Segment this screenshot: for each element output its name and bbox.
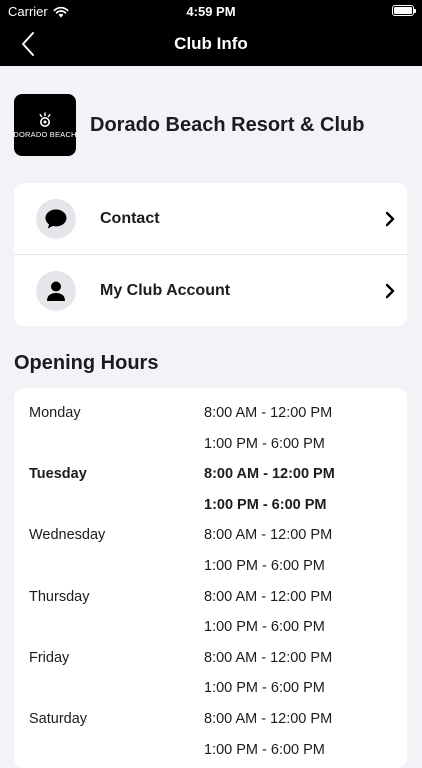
hours-day: Wednesday (29, 527, 106, 544)
hours-day: Friday (29, 649, 70, 666)
battery-icon (392, 5, 416, 16)
opening-hours-list: Monday 8:00 AM - 12:00 PM 1:00 PM - 6:00 P… (14, 388, 407, 765)
hours-range: 8:00 AM - 12:00 PM (204, 710, 333, 727)
page-title: Club Info (174, 34, 248, 53)
hours-range: 1:00 PM - 6:00 PM (204, 557, 325, 574)
hours-row: Thursday 8:00 AM - 12:00 PM (14, 582, 407, 613)
hours-day: Tuesday (29, 466, 87, 483)
hours-row: 1:00 PM - 6:00 PM (14, 551, 407, 582)
hours-row: Wednesday 8:00 AM - 12:00 PM (14, 520, 407, 551)
club-header: DORADO BEACH Dorado Beach Resort & Club (13, 94, 365, 156)
club-logo: DORADO BEACH (13, 94, 77, 156)
hours-day: Thursday (29, 588, 90, 605)
status-bar: Carrier 4:59 PM (0, 0, 422, 22)
menu-card: Contact My Club Account (14, 183, 407, 326)
hours-range: 8:00 AM - 12:00 PM (204, 649, 333, 666)
club-logo-text: DORADO BEACH (13, 130, 77, 139)
chevron-right-icon (385, 283, 395, 298)
hours-range: 1:00 PM - 6:00 PM (204, 680, 325, 697)
status-time: 4:59 PM (186, 4, 236, 19)
hours-range: 8:00 AM - 12:00 PM (204, 466, 335, 483)
menu-item-label: Contact (100, 209, 160, 227)
hours-row: Saturday 8:00 AM - 12:00 PM (14, 704, 407, 735)
hours-range: 1:00 PM - 6:00 PM (204, 619, 325, 636)
hours-range: 8:00 AM - 12:00 PM (204, 405, 333, 421)
chat-bubble-icon (45, 209, 67, 228)
opening-hours-title: Opening Hours (14, 352, 159, 374)
hours-row: Friday 8:00 AM - 12:00 PM (14, 643, 407, 674)
hours-range: 8:00 AM - 12:00 PM (204, 527, 333, 544)
hours-row: 1:00 PM - 6:00 PM (14, 429, 407, 460)
hours-row: 1:00 PM - 6:00 PM (14, 612, 407, 643)
hours-row: 1:00 PM - 6:00 PM (14, 490, 407, 521)
user-icon (47, 281, 65, 301)
hours-day: Saturday (29, 710, 88, 727)
chevron-right-icon (385, 211, 395, 226)
header: Carrier 4:59 PM Club Info (0, 0, 422, 66)
account-icon-circle (36, 270, 76, 311)
hours-range: 1:00 PM - 6:00 PM (204, 435, 325, 452)
battery-level (394, 7, 412, 14)
menu-item-my-club-account[interactable]: My Club Account (14, 254, 407, 326)
hours-row: Tuesday 8:00 AM - 12:00 PM (14, 459, 407, 490)
contact-icon-circle (36, 198, 76, 239)
sun-logo-icon (39, 112, 51, 127)
hours-day: Monday (29, 405, 81, 421)
hours-row: Monday 8:00 AM - 12:00 PM (14, 398, 407, 429)
club-name: Dorado Beach Resort & Club (90, 113, 365, 136)
hours-row: 1:00 PM - 6:00 PM (14, 673, 407, 704)
opening-hours-card: Monday 8:00 AM - 12:00 PM 1:00 PM - 6:00 P… (14, 388, 407, 768)
menu-item-contact[interactable]: Contact (14, 183, 407, 254)
hours-range: 8:00 AM - 12:00 PM (204, 588, 333, 605)
nav-bar: Club Info (0, 22, 422, 66)
hours-range: 1:00 PM - 6:00 PM (204, 496, 327, 513)
menu-item-label: My Club Account (100, 281, 231, 299)
